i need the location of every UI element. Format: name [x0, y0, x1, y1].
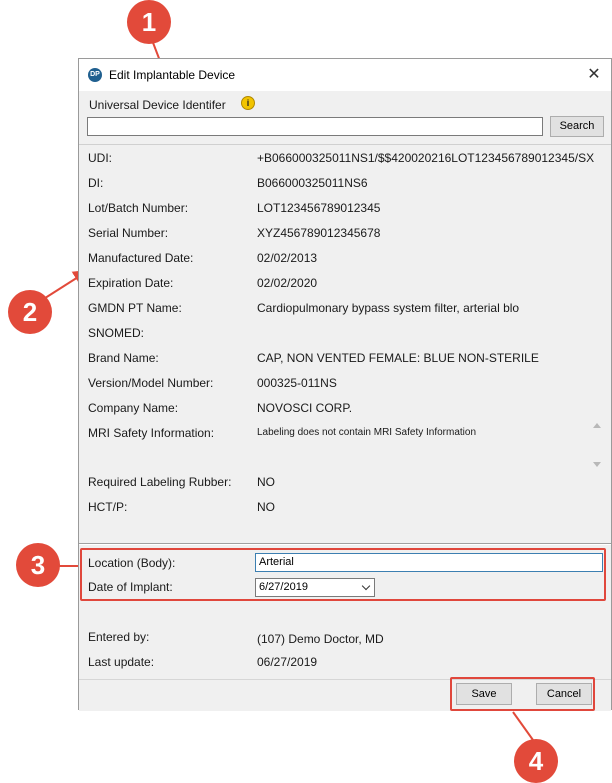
buttons-highlight: [450, 677, 595, 711]
field-label-serial: Serial Number:: [88, 226, 169, 240]
field-value-hctp: NO: [257, 500, 275, 514]
udi-input[interactable]: [87, 117, 543, 136]
callout-3: 3: [16, 543, 60, 587]
field-label-mri-safety: MRI Safety Information:: [88, 426, 215, 440]
scroll-down-icon[interactable]: [593, 462, 601, 467]
field-value-brand: CAP, NON VENTED FEMALE: BLUE NON-STERILE: [257, 351, 539, 365]
callout-1: 1: [127, 0, 171, 44]
field-label-expiration-date: Expiration Date:: [88, 276, 174, 290]
callout-2: 2: [8, 290, 52, 334]
field-value-expiration-date: 02/02/2020: [257, 276, 318, 290]
last-update-value: 06/27/2019: [257, 655, 318, 669]
field-label-di: DI:: [88, 176, 104, 190]
field-value-udi: +B066000325011NS1/$$420020216LOT12345678…: [257, 151, 595, 165]
field-label-gmdn: GMDN PT Name:: [88, 301, 182, 315]
field-label-lot: Lot/Batch Number:: [88, 201, 189, 215]
field-value-mri-safety: Labeling does not contain MRI Safety Inf…: [257, 427, 477, 438]
mri-scrollbar[interactable]: [590, 421, 604, 469]
entered-by-label: Entered by:: [88, 630, 150, 644]
edit-implantable-device-dialog: DP Edit Implantable Device ✕ Universal D…: [78, 58, 612, 711]
implant-section-highlight: [80, 548, 606, 601]
section-divider: [79, 543, 611, 545]
scroll-up-icon[interactable]: [593, 423, 601, 428]
field-value-model: 000325-011NS: [257, 376, 337, 390]
udi-label: Universal Device Identifer: [89, 98, 226, 112]
field-value-lot: LOT123456789012345: [257, 201, 381, 215]
field-value-required-labeling: NO: [257, 475, 275, 489]
field-value-company: NOVOSCI CORP.: [257, 401, 353, 415]
search-button[interactable]: Search: [550, 116, 604, 137]
callout-4-arrow: [512, 711, 534, 741]
field-label-manufactured-date: Manufactured Date:: [88, 251, 194, 265]
field-label-required-labeling: Required Labeling Rubber:: [88, 475, 232, 489]
close-icon[interactable]: ✕: [581, 61, 607, 89]
field-label-udi: UDI:: [88, 151, 112, 165]
info-icon[interactable]: i: [241, 96, 255, 110]
field-value-serial: XYZ456789012345678: [257, 226, 381, 240]
divider: [79, 144, 611, 145]
field-label-company: Company Name:: [88, 401, 179, 415]
field-value-di: B066000325011NS6: [257, 176, 368, 190]
last-update-label: Last update:: [88, 655, 155, 669]
title-bar: DP Edit Implantable Device ✕: [79, 59, 611, 91]
field-label-brand: Brand Name:: [88, 351, 159, 365]
entered-by-value: (107) Demo Doctor, MD: [257, 632, 384, 646]
field-label-hctp: HCT/P:: [88, 500, 128, 514]
field-label-model: Version/Model Number:: [88, 376, 214, 390]
field-value-gmdn: Cardiopulmonary bypass system filter, ar…: [257, 301, 520, 315]
field-value-manufactured-date: 02/02/2013: [257, 251, 318, 265]
window-title: Edit Implantable Device: [109, 68, 236, 82]
callout-4: 4: [514, 739, 558, 783]
app-logo-icon: DP: [88, 68, 102, 82]
field-label-snomed: SNOMED:: [88, 326, 145, 340]
